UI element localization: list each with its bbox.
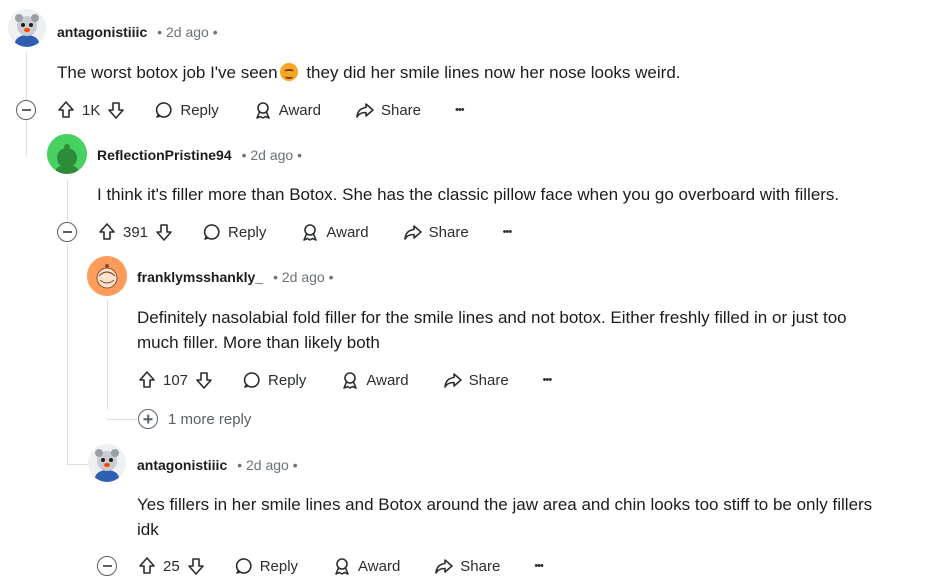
comment-bubble-icon [203,224,220,240]
downvote-icon [187,558,204,575]
downvote-button[interactable] [106,100,126,120]
share-button[interactable]: Share [403,222,469,242]
comment-bubble-icon [243,372,260,388]
comment-actions: 1K Reply Award Share ••• [56,97,465,123]
share-button[interactable]: Share [355,100,421,120]
collapse-thread-button[interactable] [16,100,36,120]
share-icon [403,225,422,240]
collapse-thread-button[interactable] [57,222,77,242]
comment-text-line: Yes fillers in her smile lines and Botox… [137,495,873,514]
comment-body: The worst botox job I've seen they did h… [57,60,681,85]
upvote-button[interactable] [137,556,157,576]
downvote-icon [108,102,125,119]
downvote-icon [156,224,172,241]
share-icon [356,103,374,118]
avatar[interactable] [47,134,87,174]
award-icon [255,102,270,119]
comment-body: I think it's filler more than Botox. She… [97,185,840,204]
thread-line [26,120,27,156]
award-button[interactable]: Award [340,370,409,390]
timestamp: • 2d ago • [237,457,298,473]
share-button[interactable]: Share [434,556,500,576]
upvote-button[interactable] [56,100,76,120]
comment-text: they did her smile lines now her nose lo… [301,63,681,82]
more-replies-button[interactable]: 1 more reply [138,409,251,429]
reply-button[interactable]: Reply [242,370,306,390]
vote-count: 1K [82,101,101,119]
reply-button[interactable]: Reply [154,100,219,120]
avatar[interactable] [87,256,127,296]
face-with-cold-sweat-emoji-icon [279,63,298,81]
award-icon [343,372,358,389]
award-icon [303,224,318,241]
timestamp: • 2d ago • [157,24,218,40]
upvote-icon [139,557,155,574]
comment-bubble-icon [235,558,252,574]
reply-button[interactable]: Reply [234,556,298,576]
collapse-thread-button[interactable] [97,556,117,576]
upvote-button[interactable] [97,222,117,242]
comment-actions: 107 Reply Award Share ••• [137,367,553,393]
more-icon: ••• [455,104,465,116]
award-icon [335,558,349,575]
award-button[interactable]: Award [253,100,321,120]
more-replies-label: 1 more reply [168,410,252,428]
comment-actions: 25 Reply Award Share ••• [137,553,544,578]
downvote-button[interactable] [194,370,214,390]
more-options-button[interactable]: ••• [502,226,513,238]
comment-header: franklymsshankly_ • 2d ago • [137,267,333,287]
more-icon: ••• [502,226,513,238]
thread-line [67,244,68,464]
upvote-button[interactable] [137,370,157,390]
comment-text: The worst botox job I've seen [57,63,278,82]
upvote-icon [99,223,115,240]
upvote-icon [139,371,155,388]
vote-count: 391 [123,223,149,241]
vote-count: 25 [163,557,180,575]
comment-body: Definitely nasolabial fold filler for th… [137,305,847,355]
downvote-icon [196,372,212,389]
share-icon [443,373,462,388]
timestamp: • 2d ago • [273,269,334,285]
username[interactable]: antagonistiiic [137,457,227,473]
downvote-button[interactable] [154,222,174,242]
thread-branch [67,464,89,465]
award-button[interactable]: Award [300,222,369,242]
more-options-button[interactable]: ••• [542,374,553,386]
timestamp: • 2d ago • [241,147,303,163]
more-icon: ••• [542,374,553,386]
plus-circle-icon [138,409,158,429]
comment-header: antagonistiiic • 2d ago • [137,455,298,475]
more-icon: ••• [534,560,544,572]
comment-header: ReflectionPristine94 • 2d ago • [97,145,302,165]
more-options-button[interactable]: ••• [534,560,544,572]
share-icon [435,559,454,574]
comment-body: Yes fillers in her smile lines and Botox… [137,492,872,542]
reply-button[interactable]: Reply [202,222,266,242]
downvote-button[interactable] [186,556,206,576]
more-options-button[interactable]: ••• [455,104,465,116]
username[interactable]: franklymsshankly_ [137,269,263,285]
comment-text-line: much filler. More than likely both [137,333,380,352]
thread-line [107,300,108,410]
comment-text-line: Definitely nasolabial fold filler for th… [137,308,847,327]
username[interactable]: ReflectionPristine94 [97,147,232,163]
vote-count: 107 [163,371,189,389]
upvote-icon [58,101,74,118]
avatar[interactable] [8,9,46,47]
comment-bubble-icon [156,102,173,118]
award-button[interactable]: Award [332,556,400,576]
comment-header: antagonistiiic • 2d ago • [57,22,218,42]
thread-branch [107,419,137,420]
username[interactable]: antagonistiiic [57,24,147,40]
comment-actions: 391 Reply Award Share ••• [97,219,513,245]
avatar[interactable] [88,444,126,482]
share-button[interactable]: Share [443,370,509,390]
comment-text-line: idk [137,520,159,539]
